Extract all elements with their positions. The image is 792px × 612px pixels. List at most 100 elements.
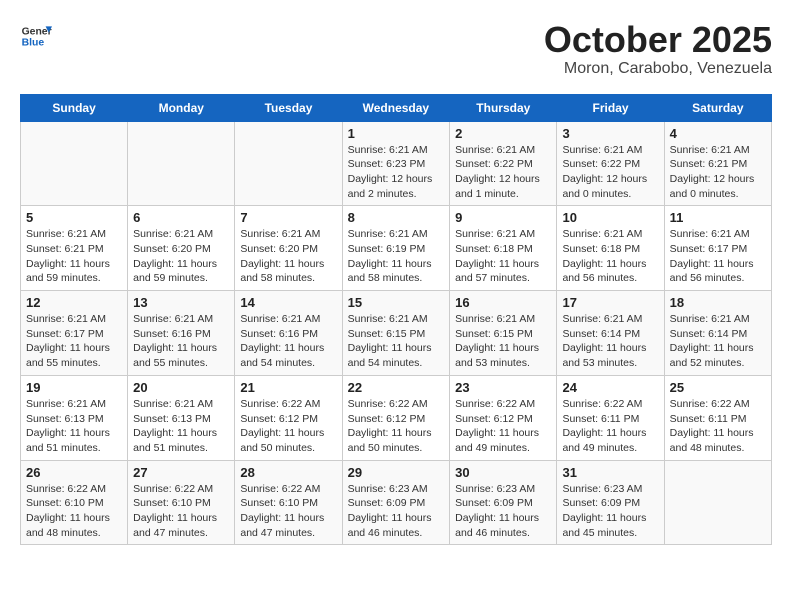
- day-number: 22: [348, 380, 445, 395]
- calendar-cell: 28 Sunrise: 6:22 AM Sunset: 6:10 PM Dayli…: [235, 460, 342, 545]
- day-info: Sunrise: 6:22 AM Sunset: 6:11 PM Dayligh…: [562, 397, 658, 456]
- day-info: Sunrise: 6:21 AM Sunset: 6:23 PM Dayligh…: [348, 143, 445, 202]
- calendar-cell: 23Sunrise: 6:22 AM Sunset: 6:12 PM Dayli…: [450, 375, 557, 460]
- day-info: Sunrise: 6:22 AM Sunset: 6:12 PM Dayligh…: [348, 397, 445, 456]
- calendar-cell: 24Sunrise: 6:22 AM Sunset: 6:11 PM Dayli…: [557, 375, 664, 460]
- weekday-header-tuesday: Tuesday: [235, 94, 342, 121]
- calendar-cell: 1 Sunrise: 6:21 AM Sunset: 6:23 PM Daylig…: [342, 121, 450, 206]
- calendar-cell: 10 Sunrise: 6:21 AM Sunset: 6:18 PM Dayli…: [557, 206, 664, 291]
- day-number: 28: [240, 465, 336, 480]
- day-number: 8: [348, 210, 445, 225]
- day-number: 2: [455, 126, 551, 141]
- calendar-cell: 8 Sunrise: 6:21 AM Sunset: 6:19 PM Daylig…: [342, 206, 450, 291]
- day-number: 1: [348, 126, 445, 141]
- day-number: 5: [26, 210, 122, 225]
- day-info: Sunrise: 6:21 AM Sunset: 6:17 PM Dayligh…: [670, 227, 766, 286]
- day-number: 15: [348, 295, 445, 310]
- calendar-cell: 11 Sunrise: 6:21 AM Sunset: 6:17 PM Dayli…: [664, 206, 771, 291]
- day-info: Sunrise: 6:23 AM Sunset: 6:09 PM Dayligh…: [455, 482, 551, 541]
- day-number: 29: [348, 465, 445, 480]
- day-info: Sunrise: 6:21 AM Sunset: 6:20 PM Dayligh…: [240, 227, 336, 286]
- day-number: 7: [240, 210, 336, 225]
- calendar-cell: [21, 121, 128, 206]
- day-number: 4: [670, 126, 766, 141]
- day-info: Sunrise: 6:21 AM Sunset: 6:16 PM Dayligh…: [240, 312, 336, 371]
- day-number: 18: [670, 295, 766, 310]
- weekday-header-thursday: Thursday: [450, 94, 557, 121]
- day-info: Sunrise: 6:23 AM Sunset: 6:09 PM Dayligh…: [562, 482, 658, 541]
- day-number: 21: [240, 380, 336, 395]
- calendar-cell: 19 Sunrise: 6:21 AM Sunset: 6:13 PM Dayli…: [21, 375, 128, 460]
- calendar-cell: 9 Sunrise: 6:21 AM Sunset: 6:18 PM Daylig…: [450, 206, 557, 291]
- calendar-cell: 27 Sunrise: 6:22 AM Sunset: 6:10 PM Dayli…: [128, 460, 235, 545]
- location-subtitle: Moron, Carabobo, Venezuela: [544, 60, 772, 78]
- calendar-week-row: 12Sunrise: 6:21 AM Sunset: 6:17 PM Dayli…: [21, 291, 772, 376]
- calendar-week-row: 5 Sunrise: 6:21 AM Sunset: 6:21 PM Daylig…: [21, 206, 772, 291]
- day-info: Sunrise: 6:21 AM Sunset: 6:22 PM Dayligh…: [562, 143, 658, 202]
- day-info: Sunrise: 6:21 AM Sunset: 6:15 PM Dayligh…: [348, 312, 445, 371]
- day-number: 16: [455, 295, 551, 310]
- day-number: 19: [26, 380, 122, 395]
- month-title: October 2025: [544, 20, 772, 60]
- day-info: Sunrise: 6:21 AM Sunset: 6:19 PM Dayligh…: [348, 227, 445, 286]
- weekday-header-row: SundayMondayTuesdayWednesdayThursdayFrid…: [21, 94, 772, 121]
- calendar-cell: [128, 121, 235, 206]
- day-number: 27: [133, 465, 229, 480]
- day-info: Sunrise: 6:21 AM Sunset: 6:14 PM Dayligh…: [670, 312, 766, 371]
- day-number: 11: [670, 210, 766, 225]
- day-number: 6: [133, 210, 229, 225]
- calendar-cell: 26 Sunrise: 6:22 AM Sunset: 6:10 PM Dayli…: [21, 460, 128, 545]
- page-header: General Blue October 2025 Moron, Carabob…: [20, 20, 772, 78]
- calendar-cell: 5 Sunrise: 6:21 AM Sunset: 6:21 PM Daylig…: [21, 206, 128, 291]
- weekday-header-sunday: Sunday: [21, 94, 128, 121]
- day-info: Sunrise: 6:21 AM Sunset: 6:13 PM Dayligh…: [26, 397, 122, 456]
- calendar-cell: 12Sunrise: 6:21 AM Sunset: 6:17 PM Dayli…: [21, 291, 128, 376]
- day-number: 14: [240, 295, 336, 310]
- calendar-week-row: 19 Sunrise: 6:21 AM Sunset: 6:13 PM Dayli…: [21, 375, 772, 460]
- day-number: 31: [562, 465, 658, 480]
- weekday-header-wednesday: Wednesday: [342, 94, 450, 121]
- calendar-cell: 13Sunrise: 6:21 AM Sunset: 6:16 PM Dayli…: [128, 291, 235, 376]
- day-info: Sunrise: 6:21 AM Sunset: 6:18 PM Dayligh…: [562, 227, 658, 286]
- day-number: 23: [455, 380, 551, 395]
- day-info: Sunrise: 6:22 AM Sunset: 6:12 PM Dayligh…: [240, 397, 336, 456]
- day-info: Sunrise: 6:21 AM Sunset: 6:22 PM Dayligh…: [455, 143, 551, 202]
- day-number: 10: [562, 210, 658, 225]
- calendar-week-row: 1 Sunrise: 6:21 AM Sunset: 6:23 PM Daylig…: [21, 121, 772, 206]
- day-number: 17: [562, 295, 658, 310]
- day-info: Sunrise: 6:21 AM Sunset: 6:14 PM Dayligh…: [562, 312, 658, 371]
- logo-icon: General Blue: [20, 20, 52, 52]
- day-info: Sunrise: 6:21 AM Sunset: 6:21 PM Dayligh…: [670, 143, 766, 202]
- day-number: 9: [455, 210, 551, 225]
- calendar-cell: 17 Sunrise: 6:21 AM Sunset: 6:14 PM Dayli…: [557, 291, 664, 376]
- day-number: 3: [562, 126, 658, 141]
- calendar-cell: 21 Sunrise: 6:22 AM Sunset: 6:12 PM Dayli…: [235, 375, 342, 460]
- calendar-cell: 4 Sunrise: 6:21 AM Sunset: 6:21 PM Daylig…: [664, 121, 771, 206]
- calendar-cell: 15 Sunrise: 6:21 AM Sunset: 6:15 PM Dayli…: [342, 291, 450, 376]
- day-info: Sunrise: 6:21 AM Sunset: 6:21 PM Dayligh…: [26, 227, 122, 286]
- calendar-week-row: 26 Sunrise: 6:22 AM Sunset: 6:10 PM Dayli…: [21, 460, 772, 545]
- day-number: 26: [26, 465, 122, 480]
- calendar-cell: 22 Sunrise: 6:22 AM Sunset: 6:12 PM Dayli…: [342, 375, 450, 460]
- calendar-cell: 30 Sunrise: 6:23 AM Sunset: 6:09 PM Dayli…: [450, 460, 557, 545]
- day-info: Sunrise: 6:22 AM Sunset: 6:10 PM Dayligh…: [26, 482, 122, 541]
- calendar-cell: 14 Sunrise: 6:21 AM Sunset: 6:16 PM Dayli…: [235, 291, 342, 376]
- day-number: 30: [455, 465, 551, 480]
- day-info: Sunrise: 6:21 AM Sunset: 6:13 PM Dayligh…: [133, 397, 229, 456]
- day-info: Sunrise: 6:21 AM Sunset: 6:15 PM Dayligh…: [455, 312, 551, 371]
- calendar-cell: 31 Sunrise: 6:23 AM Sunset: 6:09 PM Dayli…: [557, 460, 664, 545]
- day-info: Sunrise: 6:23 AM Sunset: 6:09 PM Dayligh…: [348, 482, 445, 541]
- weekday-header-friday: Friday: [557, 94, 664, 121]
- day-info: Sunrise: 6:21 AM Sunset: 6:18 PM Dayligh…: [455, 227, 551, 286]
- calendar-cell: [664, 460, 771, 545]
- day-info: Sunrise: 6:22 AM Sunset: 6:11 PM Dayligh…: [670, 397, 766, 456]
- calendar-cell: [235, 121, 342, 206]
- calendar-table: SundayMondayTuesdayWednesdayThursdayFrid…: [20, 94, 772, 546]
- day-info: Sunrise: 6:21 AM Sunset: 6:20 PM Dayligh…: [133, 227, 229, 286]
- day-info: Sunrise: 6:22 AM Sunset: 6:10 PM Dayligh…: [240, 482, 336, 541]
- day-info: Sunrise: 6:22 AM Sunset: 6:10 PM Dayligh…: [133, 482, 229, 541]
- day-number: 12: [26, 295, 122, 310]
- day-number: 20: [133, 380, 229, 395]
- day-number: 13: [133, 295, 229, 310]
- logo: General Blue: [20, 20, 52, 52]
